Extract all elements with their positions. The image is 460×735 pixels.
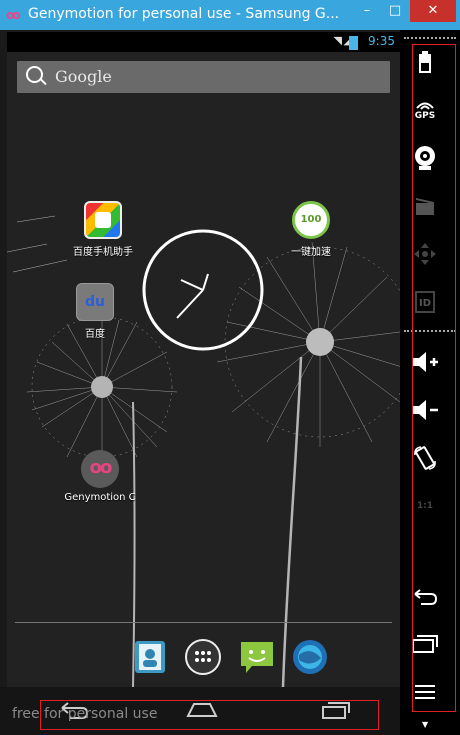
app-label: 百度 — [85, 329, 105, 340]
app-label: 一键加速 — [291, 247, 331, 258]
window-frame: ◥ ◢ 9:35 Google 百度手机助手 100 一键加速 du 百度 oo — [0, 30, 460, 735]
minimize-button[interactable]: – — [354, 0, 380, 22]
search-icon — [26, 66, 43, 83]
close-button[interactable]: ✕ — [410, 0, 456, 22]
more-arrow-icon[interactable]: ▼ — [422, 720, 428, 729]
id-icon[interactable]: ID — [408, 284, 442, 320]
volume-down-icon[interactable] — [408, 392, 442, 428]
wifi-icon: ◥ — [333, 34, 342, 47]
window-titlebar[interactable]: oo Genymotion for personal use - Samsung… — [0, 0, 460, 30]
baidu-icon: du — [76, 283, 114, 321]
baidu-assistant-icon — [84, 201, 122, 239]
android-statusbar: ◥ ◢ 9:35 — [7, 32, 400, 52]
messaging-icon[interactable] — [238, 638, 276, 676]
camera-icon[interactable] — [408, 140, 442, 176]
dandelion-wallpaper — [7, 215, 400, 687]
nav-recents-icon[interactable] — [320, 700, 352, 720]
status-time: 9:35 — [368, 34, 395, 48]
dock-divider — [15, 622, 392, 623]
dpad-icon[interactable] — [408, 236, 442, 272]
gps-label: GPS — [414, 111, 436, 121]
window-title: Genymotion for personal use - Samsung G.… — [28, 6, 340, 22]
app-label: Genymotion C — [64, 492, 136, 503]
app-baidu[interactable]: du 百度 — [55, 283, 135, 340]
genymotion-logo-icon: oo — [6, 8, 20, 22]
app-drawer-icon[interactable] — [184, 638, 222, 676]
browser-icon[interactable] — [291, 638, 329, 676]
contacts-icon[interactable] — [131, 638, 169, 676]
volume-up-icon[interactable] — [408, 344, 442, 380]
genymotion-icon: oo — [81, 450, 119, 488]
app-label: 百度手机助手 — [73, 247, 133, 258]
recent-apps-icon[interactable] — [408, 626, 442, 662]
toolbar-divider — [404, 330, 456, 332]
battery-icon[interactable] — [408, 44, 442, 80]
gps-icon[interactable]: GPS — [408, 92, 442, 128]
battery-status-icon — [349, 36, 358, 50]
toolbar-divider — [404, 37, 456, 39]
device-screen[interactable]: ◥ ◢ 9:35 Google 百度手机助手 100 一键加速 du 百度 oo — [7, 32, 400, 687]
speed-boost-icon: 100 — [292, 201, 330, 239]
maximize-button[interactable]: □ — [382, 0, 408, 22]
nav-home-icon[interactable] — [186, 700, 218, 720]
google-search-bar[interactable]: Google — [17, 61, 390, 93]
scale-label: 1:1 — [416, 501, 434, 511]
rotate-icon[interactable] — [408, 440, 442, 476]
watermark-text: free for personal use — [12, 706, 158, 722]
back-icon[interactable] — [408, 578, 442, 614]
search-placeholder: Google — [55, 67, 112, 86]
genymotion-toolbar: GPS ID 1:1 ▼ — [400, 30, 460, 735]
app-genymotion[interactable]: oo Genymotion C — [55, 450, 145, 503]
capture-icon[interactable] — [408, 188, 442, 224]
menu-icon[interactable] — [408, 674, 442, 710]
analog-clock — [142, 229, 264, 351]
app-baidu-assistant[interactable]: 百度手机助手 — [63, 201, 143, 258]
app-speed-boost[interactable]: 100 一键加速 — [271, 201, 351, 258]
scale-icon[interactable]: 1:1 — [408, 488, 442, 524]
